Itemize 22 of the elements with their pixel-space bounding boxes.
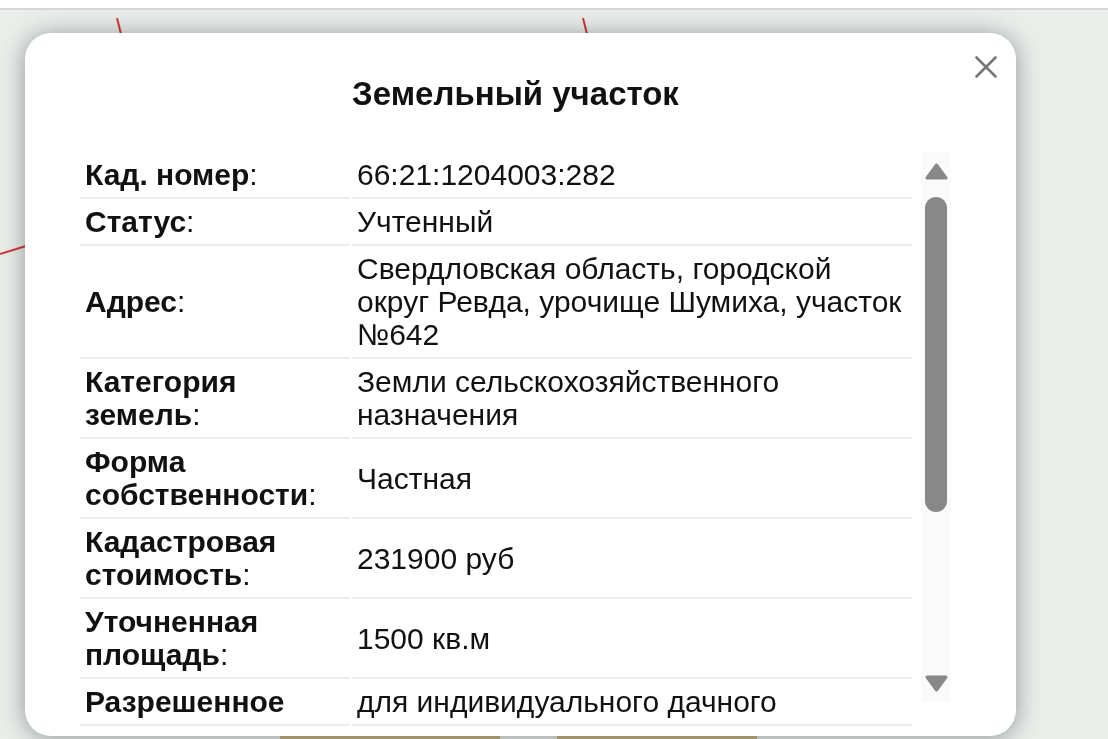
dialog-title: Земельный участок	[351, 75, 680, 113]
field-value: Учтенный	[352, 199, 912, 246]
field-label: Форма собственности:	[80, 439, 350, 519]
field-label: Разрешенное	[80, 679, 350, 726]
field-value: Земли сельскохозяйственного назначения	[352, 359, 912, 439]
close-icon	[975, 56, 997, 78]
field-label: Уточненная площадь:	[80, 599, 350, 679]
field-label: Категория земель:	[80, 359, 350, 439]
field-label: Статус:	[80, 199, 350, 246]
field-label: Кад. номер:	[80, 152, 350, 199]
field-value: Свердловская область, городской округ Ревда, урочище Шумиха, участок №642	[352, 246, 912, 359]
scroll-up-arrow-icon[interactable]	[924, 163, 948, 180]
field-label: Адрес:	[80, 246, 350, 359]
field-value: 1500 кв.м	[352, 599, 912, 679]
field-label: Кадастровая стоимость:	[80, 519, 350, 599]
scrollbar-thumb[interactable]	[925, 197, 947, 512]
field-value: для индивидуального дачного	[352, 679, 912, 726]
field-value: 66:21:1204003:282	[352, 152, 912, 199]
scrollbar[interactable]	[921, 152, 951, 702]
field-value: Частная	[352, 439, 912, 519]
field-value: 231900 руб	[352, 519, 912, 599]
scroll-down-arrow-icon[interactable]	[924, 675, 948, 692]
